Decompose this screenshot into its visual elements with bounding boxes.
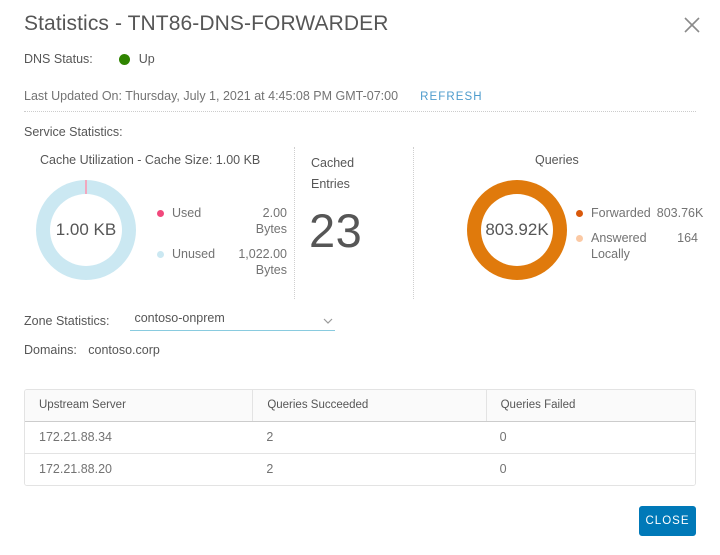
service-statistics-panels: Cache Utilization - Cache Size: 1.00 KB … [24,147,703,299]
cached-entries-panel: Cached Entries 23 [295,147,413,299]
cell-queries-failed: 0 [499,462,507,476]
cached-entries-value: 23 [309,204,363,257]
cached-entries-title: Cached Entries [311,156,355,191]
domains-row: Domains: contoso.corp [24,343,160,357]
dns-status-label: DNS Status: [24,52,93,66]
cell-upstream-server: 172.21.88.34 [39,430,112,444]
chevron-down-icon [323,314,333,324]
domains-label: Domains: [24,343,77,357]
status-badge: Up [138,52,155,66]
legend-value-unused: 1,022.00 Bytes [238,247,287,277]
queries-donut-chart: 803.92K [467,180,567,280]
cache-donut-center-value: 1.00 KB [55,220,117,239]
cell-upstream-server: 172.21.88.20 [39,462,112,476]
legend-item-forwarded: Forwarded 803.76K [576,205,703,221]
upstream-servers-table: Upstream Server Queries Succeeded Querie… [24,389,696,486]
close-button[interactable]: CLOSE [639,506,696,536]
legend-value-used: 2.00 Bytes [255,206,287,236]
queries-panel: Queries 803.92K Forwarded 803.76K Answer… [414,147,703,299]
table-header-row: Upstream Server Queries Succeeded Querie… [25,390,695,422]
legend-label-unused: Unused [172,247,216,261]
service-statistics-label: Service Statistics: [24,125,123,139]
header-divider [24,111,696,112]
domains-value: contoso.corp [88,343,160,357]
legend-dot-icon-unused [157,251,164,258]
dns-status-row: DNS Status: Up [24,52,155,66]
legend-dot-icon-forwarded [576,210,583,217]
legend-label-answered-locally: Answered Locally [591,231,647,261]
legend-item-used: Used 2.00 Bytes [157,205,287,237]
column-header-upstream-server: Upstream Server [39,399,126,411]
zone-select-value: contoso-onprem [134,311,225,325]
table-row: 172.21.88.20 2 0 [25,454,695,485]
modal-header: Statistics - TNT86-DNS-FORWARDER [0,0,720,46]
last-updated-row: Last Updated On: Thursday, July 1, 2021 … [24,89,483,103]
cache-utilization-panel: Cache Utilization - Cache Size: 1.00 KB … [24,147,294,299]
zone-select[interactable]: contoso-onprem [130,311,336,331]
cell-queries-succeeded: 2 [266,430,274,444]
table-row: 172.21.88.34 2 0 [25,422,695,454]
close-icon[interactable] [681,14,703,36]
legend-value-forwarded: 803.76K [656,206,704,220]
page-title: Statistics - TNT86-DNS-FORWARDER [24,12,389,35]
queries-title: Queries [535,153,579,167]
queries-legend: Forwarded 803.76K Answered Locally 164 [576,205,703,271]
legend-value-answered-locally: 164 [677,231,698,245]
column-header-queries-failed: Queries Failed [485,390,695,421]
cache-utilization-donut-chart: 1.00 KB [36,180,136,280]
refresh-button[interactable]: REFRESH [420,91,483,103]
legend-label-used: Used [172,206,202,220]
legend-label-forwarded: Forwarded [591,206,651,220]
last-updated-text: Last Updated On: Thursday, July 1, 2021 … [24,89,399,103]
cell-queries-succeeded: 2 [266,462,274,476]
zone-statistics-row: Zone Statistics: contoso-onprem [24,311,336,331]
legend-item-answered-locally: Answered Locally 164 [576,230,698,262]
legend-item-unused: Unused 1,022.00 Bytes [157,246,287,278]
legend-dot-icon-answered-locally [576,235,583,242]
cache-utilization-title: Cache Utilization - Cache Size: 1.00 KB [40,153,261,167]
zone-statistics-label: Zone Statistics: [24,314,110,328]
queries-donut-center-value: 803.92K [485,220,549,239]
cell-queries-failed: 0 [499,430,507,444]
column-header-queries-succeeded: Queries Succeeded [252,390,485,421]
cache-legend: Used 2.00 Bytes Unused 1,022.00 Bytes [157,205,287,287]
status-dot-icon [118,53,130,65]
legend-dot-icon-used [157,210,164,217]
